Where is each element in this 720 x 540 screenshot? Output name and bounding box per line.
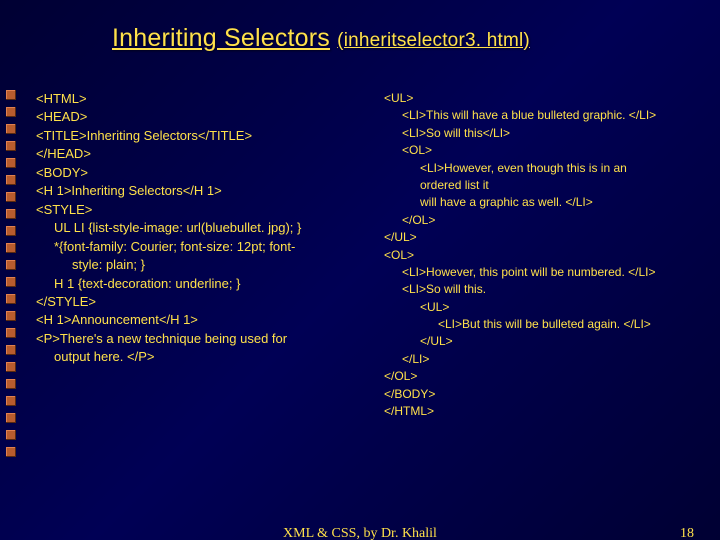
code-line: *{font-family: Courier; font-size: 12pt;… xyxy=(36,238,376,256)
page-number: 18 xyxy=(680,526,694,540)
bullet-square-icon xyxy=(6,311,16,321)
code-line: UL LI {list-style-image: url(bluebullet.… xyxy=(36,219,376,237)
bullet-square-icon xyxy=(6,413,16,423)
code-line: <TITLE>Inheriting Selectors</TITLE> xyxy=(36,127,376,145)
code-line: <OL> xyxy=(384,142,702,159)
code-line: <H 1>Inheriting Selectors</H 1> xyxy=(36,182,376,200)
code-line: <LI>So will this. xyxy=(384,281,702,298)
bullet-square-icon xyxy=(6,209,16,219)
code-line: <LI>This will have a blue bulleted graph… xyxy=(384,107,702,124)
bullet-square-icon xyxy=(6,175,16,185)
bullet-square-icon xyxy=(6,243,16,253)
code-line: <UL> xyxy=(384,299,702,316)
code-line: </OL> xyxy=(384,212,702,229)
code-line: </UL> xyxy=(384,229,702,246)
code-line: <HTML> xyxy=(36,90,376,108)
slide-title: Inheriting Selectors (inheritselector3. … xyxy=(112,24,530,53)
bullet-square-icon xyxy=(6,277,16,287)
code-line: output here. </P> xyxy=(36,348,376,366)
bullet-square-icon xyxy=(6,192,16,202)
bullet-square-icon xyxy=(6,260,16,270)
bullet-square-icon xyxy=(6,141,16,151)
code-line: </UL> xyxy=(384,333,702,350)
bullet-square-icon xyxy=(6,396,16,406)
bullet-square-icon xyxy=(6,345,16,355)
code-line: </LI> xyxy=(384,351,702,368)
code-line: <H 1>Announcement</H 1> xyxy=(36,311,376,329)
code-line: <LI>However, this point will be numbered… xyxy=(384,264,702,281)
code-line: <LI>However, even though this is in an xyxy=(384,160,702,177)
code-line: <LI>But this will be bulleted again. </L… xyxy=(384,316,702,333)
title-main: Inheriting Selectors xyxy=(112,24,330,52)
bullet-square-icon xyxy=(6,124,16,134)
code-line: <HEAD> xyxy=(36,108,376,126)
bullet-square-icon xyxy=(6,158,16,168)
code-line: style: plain; } xyxy=(36,256,376,274)
code-line: ordered list it xyxy=(384,177,702,194)
bullet-square-icon xyxy=(6,226,16,236)
code-line: <LI>So will this</LI> xyxy=(384,125,702,142)
bullet-square-icon xyxy=(6,379,16,389)
code-line: </BODY> xyxy=(384,386,702,403)
code-line: <BODY> xyxy=(36,164,376,182)
code-line: <STYLE> xyxy=(36,201,376,219)
bullet-square-icon xyxy=(6,447,16,457)
bullet-square-icon xyxy=(6,362,16,372)
code-line: </STYLE> xyxy=(36,293,376,311)
code-line: </OL> xyxy=(384,368,702,385)
bullet-square-icon xyxy=(6,90,16,100)
code-column-left: <HTML> <HEAD> <TITLE>Inheriting Selector… xyxy=(36,90,376,492)
code-line: will have a graphic as well. </LI> xyxy=(384,194,702,211)
code-line: </HTML> xyxy=(384,403,702,420)
bullet-square-icon xyxy=(6,328,16,338)
code-line: <OL> xyxy=(384,247,702,264)
bullet-square-icon xyxy=(6,294,16,304)
code-column-right: <UL> <LI>This will have a blue bulleted … xyxy=(384,90,702,492)
decorative-bullet-column xyxy=(6,90,24,457)
code-line: H 1 {text-decoration: underline; } xyxy=(36,275,376,293)
code-line: </HEAD> xyxy=(36,145,376,163)
title-sub: (inheritselector3. html) xyxy=(337,30,530,51)
bullet-square-icon xyxy=(6,430,16,440)
bullet-square-icon xyxy=(6,107,16,117)
code-line: <UL> xyxy=(384,90,702,107)
code-line: <P>There's a new technique being used fo… xyxy=(36,330,376,348)
footer-text: XML & CSS, by Dr. Khalil xyxy=(283,526,437,540)
slide-content: <HTML> <HEAD> <TITLE>Inheriting Selector… xyxy=(36,90,702,492)
